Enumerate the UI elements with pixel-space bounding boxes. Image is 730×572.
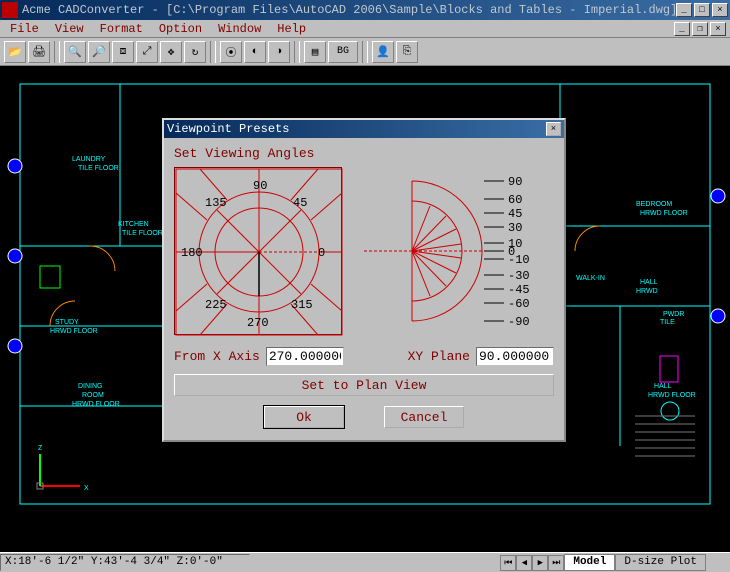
- 3dorbit-icon[interactable]: ◑: [268, 41, 290, 63]
- svg-text:225: 225: [205, 298, 227, 312]
- svg-text:30: 30: [508, 221, 522, 235]
- user-icon[interactable]: 👤: [372, 41, 394, 63]
- layer-icon[interactable]: ▤: [304, 41, 326, 63]
- menu-file[interactable]: File: [4, 22, 45, 36]
- cancel-button[interactable]: Cancel: [384, 406, 464, 428]
- svg-text:60: 60: [508, 193, 522, 207]
- mdi-close-button[interactable]: ×: [710, 22, 726, 36]
- toolbar-separator: [210, 41, 216, 63]
- menubar: File View Format Option Window Help _ ❐ …: [0, 20, 730, 38]
- dialog-titlebar[interactable]: Viewpoint Presets ×: [164, 120, 564, 138]
- svg-text:315: 315: [291, 298, 313, 312]
- window-controls: _ □ ×: [676, 3, 728, 17]
- svg-text:TILE: TILE: [660, 319, 675, 326]
- zoom-out-icon[interactable]: 🔎: [88, 41, 110, 63]
- zoom-extents-icon[interactable]: ⤢: [136, 41, 158, 63]
- svg-text:HRWD FLOOR: HRWD FLOOR: [72, 401, 120, 408]
- tab-last-icon[interactable]: ⏭: [548, 555, 564, 571]
- svg-text:HRWD FLOOR: HRWD FLOOR: [648, 392, 696, 399]
- layout-tabs: ⏮ ◀ ▶ ⏭ Model D-size Plot: [500, 554, 706, 572]
- svg-text:KITCHEN: KITCHEN: [118, 221, 149, 228]
- svg-text:LAUNDRY: LAUNDRY: [72, 156, 106, 163]
- svg-text:180: 180: [181, 246, 203, 260]
- maximize-button[interactable]: □: [694, 3, 710, 17]
- svg-text:Z: Z: [38, 445, 43, 452]
- svg-text:HRWD FLOOR: HRWD FLOOR: [640, 210, 688, 217]
- toolbar: 📂 🖨 🔍 🔎 ⧈ ⤢ ✥ ↻ ⦿ ◐ ◑ ▤ BG 👤 ⎘: [0, 38, 730, 66]
- viewpoint-icon[interactable]: ⦿: [220, 41, 242, 63]
- svg-text:X: X: [84, 485, 89, 492]
- elevation-diagram[interactable]: 9060 4530 100 -10-30 -45-60 -90: [354, 167, 536, 335]
- svg-text:WALK-IN: WALK-IN: [576, 275, 605, 282]
- bg-button[interactable]: BG: [328, 41, 358, 63]
- svg-text:-60: -60: [508, 297, 530, 311]
- svg-text:BEDROOM: BEDROOM: [636, 201, 672, 208]
- exit-icon[interactable]: ⎘: [396, 41, 418, 63]
- titlebar: Acme CADConverter - [C:\Program Files\Au…: [0, 0, 730, 20]
- svg-text:PWDR: PWDR: [663, 311, 684, 318]
- svg-text:45: 45: [293, 196, 307, 210]
- svg-text:-90: -90: [508, 315, 530, 329]
- ok-button[interactable]: Ok: [264, 406, 344, 428]
- statusbar: X:18'-6 1/2" Y:43'-4 3/4" Z:0'-0" ⏮ ◀ ▶ …: [0, 552, 730, 572]
- ucs-icon: X Z: [37, 445, 89, 492]
- tab-first-icon[interactable]: ⏮: [500, 555, 516, 571]
- menu-window[interactable]: Window: [212, 22, 267, 36]
- menu-format[interactable]: Format: [94, 22, 149, 36]
- menu-help[interactable]: Help: [271, 22, 312, 36]
- xy-plane-label: XY Plane: [408, 349, 470, 364]
- zoom-window-icon[interactable]: ⧈: [112, 41, 134, 63]
- mdi-minimize-button[interactable]: _: [674, 22, 690, 36]
- svg-text:0: 0: [318, 246, 325, 260]
- svg-text:HALL: HALL: [654, 383, 672, 390]
- svg-text:270: 270: [247, 316, 269, 330]
- rotate-icon[interactable]: ↻: [184, 41, 206, 63]
- print-icon[interactable]: 🖨: [28, 41, 50, 63]
- pan-icon[interactable]: ✥: [160, 41, 182, 63]
- toolbar-separator: [362, 41, 368, 63]
- svg-text:ROOM: ROOM: [82, 392, 104, 399]
- xy-plane-input[interactable]: [476, 347, 554, 366]
- svg-text:HALL: HALL: [640, 279, 658, 286]
- svg-text:TILE FLOOR: TILE FLOOR: [122, 230, 163, 237]
- svg-text:90: 90: [508, 175, 522, 189]
- svg-text:90: 90: [253, 179, 267, 193]
- svg-text:DINING: DINING: [78, 383, 103, 390]
- svg-text:HRWD: HRWD: [636, 288, 658, 295]
- orbit-icon[interactable]: ◐: [244, 41, 266, 63]
- svg-text:STUDY: STUDY: [55, 319, 79, 326]
- svg-text:135: 135: [205, 196, 227, 210]
- close-button[interactable]: ×: [712, 3, 728, 17]
- svg-text:-45: -45: [508, 283, 530, 297]
- mdi-controls: _ ❐ ×: [674, 22, 726, 36]
- menu-option[interactable]: Option: [153, 22, 208, 36]
- svg-text:-30: -30: [508, 269, 530, 283]
- status-coordinates: X:18'-6 1/2" Y:43'-4 3/4" Z:0'-0": [0, 554, 250, 571]
- svg-text:45: 45: [508, 207, 522, 221]
- toolbar-separator: [54, 41, 60, 63]
- menu-view[interactable]: View: [49, 22, 90, 36]
- from-x-axis-input[interactable]: [266, 347, 344, 366]
- zoom-in-icon[interactable]: 🔍: [64, 41, 86, 63]
- window-title: Acme CADConverter - [C:\Program Files\Au…: [22, 3, 676, 17]
- dialog-title: Viewpoint Presets: [167, 122, 546, 136]
- svg-text:TILE FLOOR: TILE FLOOR: [78, 165, 119, 172]
- tab-dsize-plot[interactable]: D-size Plot: [615, 554, 706, 571]
- svg-text:-10: -10: [508, 253, 530, 267]
- open-icon[interactable]: 📂: [4, 41, 26, 63]
- mdi-restore-button[interactable]: ❐: [692, 22, 708, 36]
- dialog-close-button[interactable]: ×: [546, 122, 561, 136]
- from-x-axis-label: From X Axis: [174, 349, 260, 364]
- set-to-plan-view-button[interactable]: Set to Plan View: [174, 374, 554, 396]
- tab-model[interactable]: Model: [564, 554, 615, 571]
- tab-prev-icon[interactable]: ◀: [516, 555, 532, 571]
- section-label: Set Viewing Angles: [174, 146, 554, 161]
- viewpoint-presets-dialog: Viewpoint Presets × Set Viewing Angles: [162, 118, 566, 442]
- svg-text:HRWD FLOOR: HRWD FLOOR: [50, 328, 98, 335]
- minimize-button[interactable]: _: [676, 3, 692, 17]
- tab-next-icon[interactable]: ▶: [532, 555, 548, 571]
- compass-diagram[interactable]: 0 45 90 135 180 225 270 315: [174, 167, 342, 335]
- toolbar-separator: [294, 41, 300, 63]
- app-icon: [2, 2, 18, 18]
